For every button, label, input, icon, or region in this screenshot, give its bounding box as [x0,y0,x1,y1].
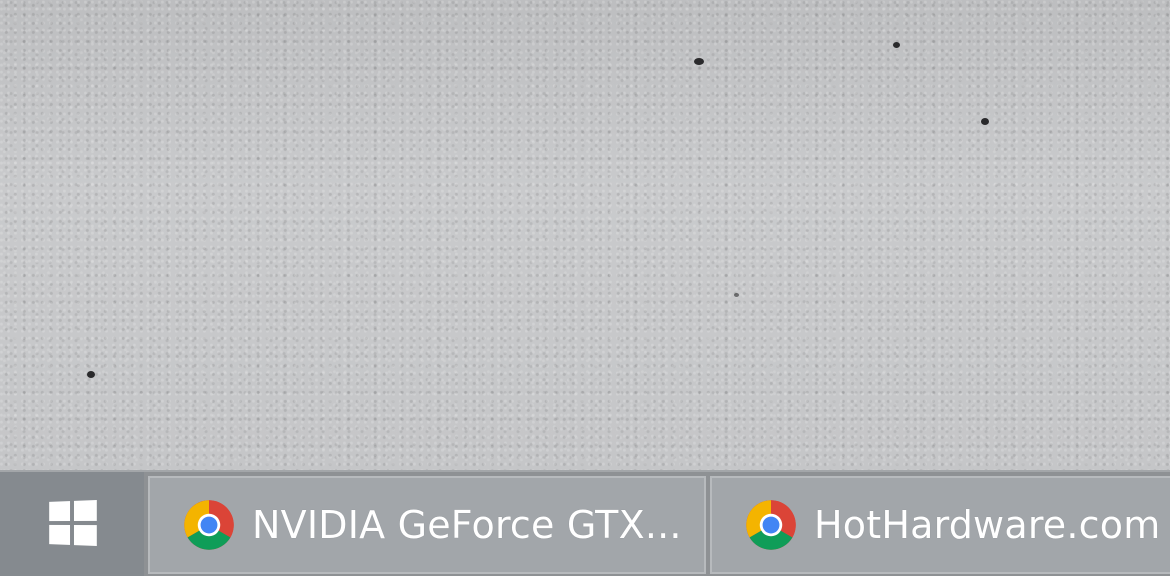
taskbar-button-label: HotHardware.com [814,503,1161,547]
desktop-speck [734,293,739,297]
desktop-speck [694,58,704,65]
windows-logo-icon [49,500,97,546]
taskbar-button-nvidia[interactable]: NVIDIA GeForce GTX... [148,476,706,574]
taskbar: NVIDIA GeForce GTX... HotHardware.com [0,470,1170,576]
desktop-speck [981,118,989,125]
desktop-speck [87,371,95,378]
desktop-speck [893,42,900,48]
start-button[interactable] [0,472,144,576]
chrome-icon [746,500,796,550]
chrome-icon [184,500,234,550]
taskbar-button-label: NVIDIA GeForce GTX... [252,503,682,547]
desktop-background [0,0,1170,470]
taskbar-button-hothardware[interactable]: HotHardware.com [710,476,1170,574]
